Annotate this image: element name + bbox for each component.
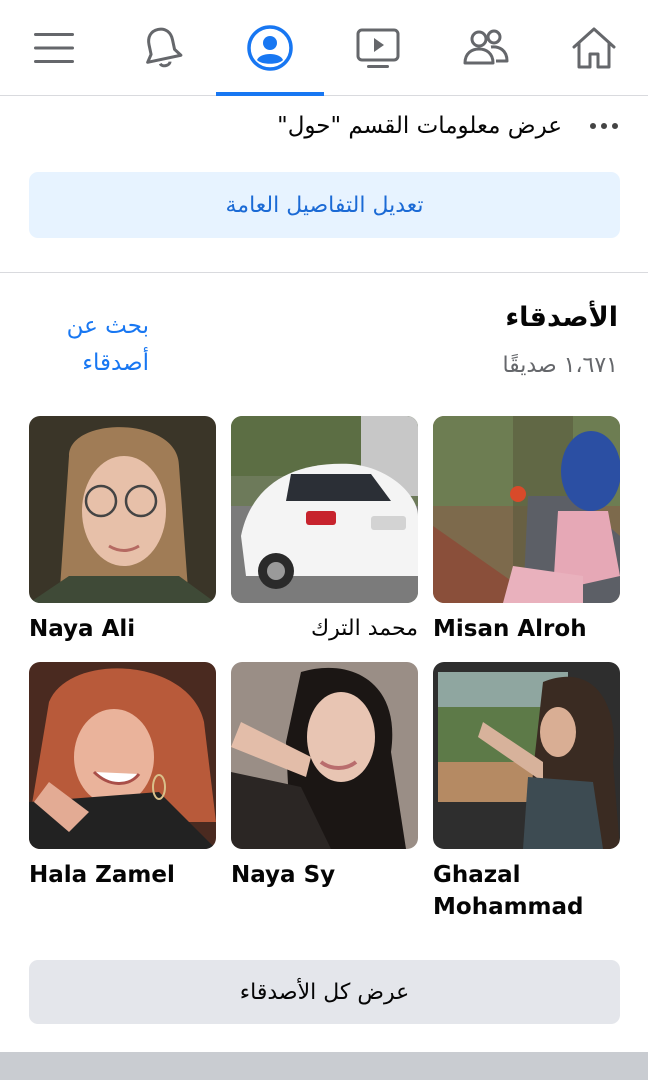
friend-photo[interactable]	[433, 662, 620, 849]
friends-title: الأصدقاء	[505, 302, 618, 333]
friend-photo-image	[231, 662, 418, 849]
friend-card[interactable]: Misan Alroh	[433, 416, 620, 645]
friend-photo-image	[433, 416, 620, 603]
friend-photo-image	[29, 416, 216, 603]
home-tab[interactable]	[540, 0, 648, 96]
top-navigation	[0, 0, 648, 96]
edit-public-details-button[interactable]: تعديل التفاصيل العامة	[29, 172, 620, 238]
friend-name[interactable]: Naya Ali	[29, 613, 216, 645]
notifications-button[interactable]	[108, 0, 216, 96]
about-text: عرض معلومات القسم "حول"	[277, 113, 562, 139]
friends-count: ١،٦٧١ صديقًا	[502, 353, 618, 378]
friend-name[interactable]: Naya Sy	[231, 859, 418, 891]
friend-card[interactable]: Naya Sy	[231, 662, 418, 891]
friend-card[interactable]: Hala Zamel	[29, 662, 216, 891]
profile-tab[interactable]	[216, 0, 324, 96]
friend-card[interactable]: Ghazal Mohammad	[433, 662, 620, 923]
about-section-link[interactable]: عرض معلومات القسم "حول"	[0, 96, 648, 156]
friends-icon	[463, 29, 509, 65]
menu-icon	[34, 33, 74, 63]
menu-button[interactable]	[0, 0, 108, 96]
friends-tab[interactable]	[432, 0, 540, 96]
friend-card[interactable]: Naya Ali	[29, 416, 216, 645]
friend-photo-image	[29, 662, 216, 849]
friend-photo-image	[231, 416, 418, 603]
more-dots-icon	[585, 96, 618, 156]
friend-name[interactable]: محمد الترك	[231, 613, 418, 645]
section-divider	[0, 272, 648, 273]
friend-name[interactable]: Misan Alroh	[433, 613, 620, 645]
friend-photo[interactable]	[29, 416, 216, 603]
friend-photo-image	[433, 662, 620, 849]
bell-icon	[146, 27, 183, 68]
watch-tab[interactable]	[324, 0, 432, 96]
home-icon	[572, 27, 616, 69]
friend-name[interactable]: Ghazal Mohammad	[433, 859, 620, 923]
friend-card[interactable]: محمد الترك	[231, 416, 418, 645]
find-friends-link[interactable]: بحث عن أصدقاء	[29, 308, 149, 382]
bottom-separator	[0, 1052, 648, 1080]
profile-icon	[247, 25, 293, 71]
friend-photo[interactable]	[231, 416, 418, 603]
find-friends-line1: بحث عن	[66, 313, 149, 339]
friend-photo[interactable]	[29, 662, 216, 849]
watch-icon	[356, 28, 400, 68]
find-friends-line2: أصدقاء	[82, 350, 149, 376]
friend-name[interactable]: Hala Zamel	[29, 859, 216, 891]
friend-photo[interactable]	[433, 416, 620, 603]
see-all-friends-button[interactable]: عرض كل الأصدقاء	[29, 960, 620, 1024]
friend-photo[interactable]	[231, 662, 418, 849]
